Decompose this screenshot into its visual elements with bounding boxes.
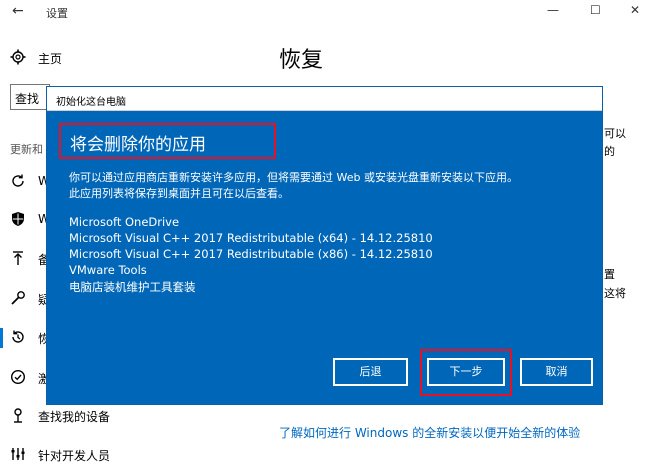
refresh-icon [10,173,26,189]
find-device-icon [10,407,26,423]
reset-pc-dialog: 初始化这台电脑 将会删除你的应用 你可以通过应用商店重新安装许多应用，但将需要通… [46,86,603,405]
close-icon[interactable]: ✕ [630,3,640,17]
back-button[interactable]: 后退 [333,358,408,386]
sidebar-item-developers[interactable]: 针对开发人员 [0,443,270,467]
dialog-description: 你可以通过应用商店重新安装许多应用，但将需要通过 Web 或安装光盘重新安装以下… [69,171,518,184]
background-text-fragment: 这将 [604,287,626,300]
app-list-item: Microsoft OneDrive [69,215,180,229]
page-title: 恢复 [279,48,324,73]
shield-icon [10,211,26,227]
sidebar-item-label: 针对开发人员 [38,449,111,463]
app-list-item: Microsoft Visual C++ 2017 Redistributabl… [69,247,433,261]
sidebar-item-find-device[interactable]: 查找我的设备 [0,404,270,428]
app-list-item: Microsoft Visual C++ 2017 Redistributabl… [69,231,433,245]
window-title: 设置 [46,7,68,20]
search-input-text: 查找 [15,92,40,106]
sidebar-item-label: 查找我的设备 [38,410,111,424]
gear-icon [10,49,26,65]
backup-arrow-icon [10,250,26,266]
recovery-icon [10,329,26,345]
app-list-item: VMware Tools [69,263,147,277]
developer-icon [10,446,26,462]
dialog-heading-highlight: 将会删除你的应用 [59,123,276,159]
section-header: 更新和 [10,143,43,156]
background-text-fragment: 可以 [604,127,626,140]
next-button[interactable]: 下一步 [427,358,505,386]
window-titlebar: ← 设置 — ☐ ✕ [0,0,650,24]
check-circle-icon [10,369,26,385]
back-arrow-icon[interactable]: ← [12,3,24,19]
minimize-icon[interactable]: — [547,3,559,17]
sidebar-item-label: 主页 [38,52,63,66]
dialog-titlebar: 初始化这台电脑 [47,87,602,111]
sidebar-item-home[interactable]: 主页 [0,46,270,70]
clean-install-link[interactable]: 了解如何进行 Windows 的全新安装以便开始全新的体验 [279,424,580,441]
background-text-fragment: 的 [604,145,615,158]
wrench-icon [10,290,26,306]
dialog-title: 初始化这台电脑 [56,97,126,108]
selected-indicator [0,328,3,348]
maximize-icon[interactable]: ☐ [590,3,601,17]
dialog-description: 此应用列表将保存到桌面并且可在以后查看。 [69,187,289,200]
dialog-heading: 将会删除你的应用 [70,135,206,155]
app-list-item: 电脑店装机维护工具套装 [69,280,196,294]
cancel-button[interactable]: 取消 [520,358,593,386]
search-input[interactable]: 查找 [10,84,50,110]
background-text-fragment: 置 [604,268,615,281]
